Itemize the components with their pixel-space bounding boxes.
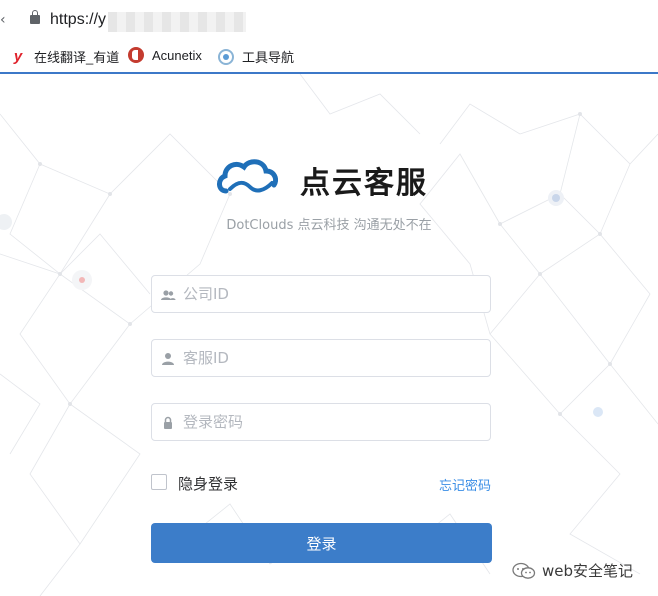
watermark-text: web安全笔记 (542, 562, 634, 580)
bookmarks-bar: y 在线翻译_有道 Acunetix 工具导航 (0, 40, 658, 74)
user-icon (162, 353, 174, 365)
login-page: 点云客服 DotClouds 点云科技 沟通无处不在 隐身登录 忘记密码 登录 (0, 74, 658, 596)
password-input[interactable] (183, 404, 483, 440)
bookmark-label: 在线翻译_有道 (34, 50, 120, 65)
bookmark-label: 工具导航 (242, 50, 295, 65)
wechat-icon (512, 562, 536, 579)
agent-id-input[interactable] (183, 340, 483, 376)
tools-nav-icon (218, 48, 234, 65)
address-bar: ‹ https://y (0, 0, 658, 40)
lock-icon (164, 416, 172, 429)
dotclouds-logo (217, 159, 278, 194)
forgot-password-link[interactable]: 忘记密码 (439, 475, 491, 494)
brand-title: 点云客服 (300, 166, 428, 201)
options-row: 隐身登录 忘记密码 (151, 473, 491, 494)
bookmark-label: Acunetix (152, 47, 202, 63)
company-id-input[interactable] (183, 276, 483, 312)
url-text[interactable]: https://y (50, 11, 106, 29)
users-icon (161, 290, 176, 300)
agent-id-field[interactable] (151, 339, 491, 377)
network-background (0, 74, 658, 596)
incognito-checkbox[interactable] (151, 474, 167, 490)
youdao-icon: y (13, 47, 23, 65)
login-button[interactable]: 登录 (151, 523, 492, 563)
acunetix-icon (128, 47, 144, 63)
bookmark-tools-nav[interactable]: 工具导航 (218, 47, 294, 66)
url-redacted (108, 12, 246, 32)
wechat-watermark: web安全笔记 (512, 560, 633, 581)
password-field[interactable] (151, 403, 491, 441)
bookmark-acunetix[interactable]: Acunetix (128, 47, 202, 63)
company-id-field[interactable] (151, 275, 491, 313)
back-edge-icon[interactable]: ‹ (0, 12, 6, 28)
lock-icon[interactable] (30, 10, 40, 24)
bookmark-youdao[interactable]: y 在线翻译_有道 (10, 47, 119, 66)
incognito-label[interactable]: 隐身登录 (178, 473, 238, 494)
brand-slogan: DotClouds 点云科技 沟通无处不在 (226, 218, 432, 233)
